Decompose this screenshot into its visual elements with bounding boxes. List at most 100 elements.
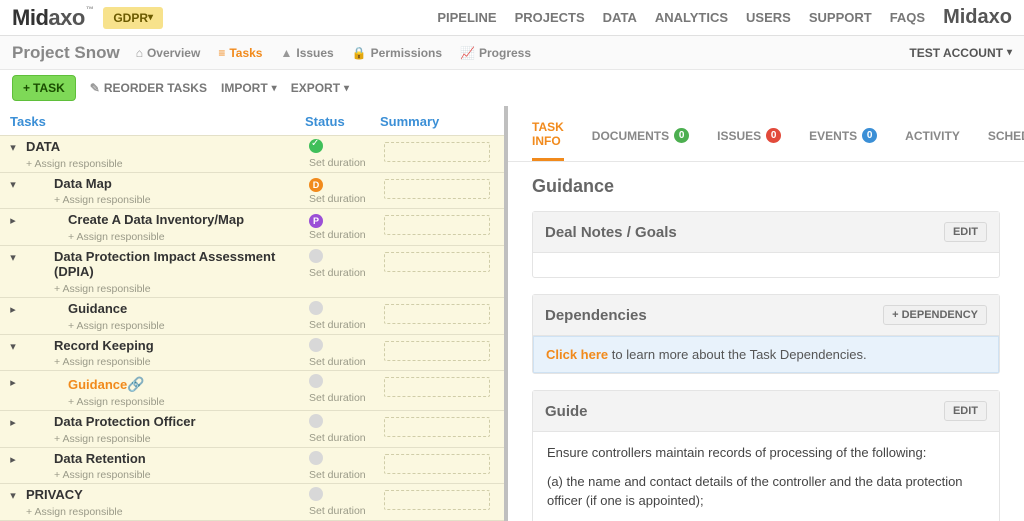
assign-responsible[interactable]: + Assign responsible [54, 283, 151, 295]
task-title[interactable]: Data Map [54, 176, 112, 191]
assign-responsible[interactable]: + Assign responsible [26, 506, 123, 518]
set-duration[interactable]: Set duration [309, 193, 384, 205]
task-row[interactable]: ▾ Data Map + Assign responsible DSet durati… [0, 172, 504, 209]
summary-field[interactable] [384, 417, 490, 437]
task-row[interactable]: ▸ Create A Data Inventory/Map + Assign res… [0, 208, 504, 245]
pnav-progress[interactable]: 📈Progress [460, 46, 531, 60]
task-status[interactable]: Set duration [309, 373, 384, 404]
set-duration[interactable]: Set duration [309, 229, 384, 241]
set-duration[interactable]: Set duration [309, 319, 384, 331]
col-tasks[interactable]: Tasks [10, 114, 305, 129]
task-row[interactable]: ▾PRIVACY + Assign responsible Set duration [0, 483, 504, 520]
summary-field[interactable] [384, 490, 490, 510]
nav-data[interactable]: DATA [603, 10, 637, 25]
expand-toggle[interactable]: ▸ [0, 413, 26, 429]
add-dependency-button[interactable]: +DEPENDENCY [883, 305, 987, 325]
summary-field[interactable] [384, 377, 490, 397]
set-duration[interactable]: Set duration [309, 469, 384, 481]
task-status[interactable]: Set duration [309, 413, 384, 444]
task-title[interactable]: Data Protection Impact Assessment (DPIA) [54, 249, 275, 280]
task-row[interactable]: ▾DATA + Assign responsible Set duration [0, 135, 504, 172]
tab-activity[interactable]: ACTIVITY [905, 120, 960, 161]
task-title[interactable]: Guidance [68, 301, 127, 316]
assign-responsible[interactable]: + Assign responsible [68, 320, 165, 332]
expand-toggle[interactable]: ▾ [0, 337, 26, 353]
pnav-tasks[interactable]: ≡Tasks [218, 46, 262, 60]
expand-toggle[interactable]: ▸ [0, 300, 26, 316]
summary-field[interactable] [384, 454, 490, 474]
task-row[interactable]: ▸ Data Protection Officer + Assign respons… [0, 410, 504, 447]
task-row[interactable]: ▸Guidance🔗+ Assign responsibleSet durati… [0, 370, 504, 410]
tab-events[interactable]: EVENTS0 [809, 120, 877, 161]
assign-responsible[interactable]: + Assign responsible [68, 231, 165, 243]
task-status[interactable]: Set duration [309, 300, 384, 331]
tab-issues[interactable]: ISSUES0 [717, 120, 781, 161]
pnav-issues[interactable]: ▲Issues [280, 46, 333, 60]
edit-guide-button[interactable]: EDIT [944, 401, 987, 421]
set-duration[interactable]: Set duration [309, 432, 384, 444]
set-duration[interactable]: Set duration [309, 267, 384, 279]
task-title[interactable]: Record Keeping [54, 338, 154, 353]
pnav-overview[interactable]: ⌂Overview [136, 46, 201, 60]
tab-task-info[interactable]: TASK INFO [532, 120, 564, 161]
tab-schedule[interactable]: SCHEDULE [988, 120, 1024, 161]
playbook-selector[interactable]: GDPR ▾ [103, 7, 163, 29]
expand-toggle[interactable]: ▸ [0, 373, 26, 389]
task-status[interactable]: Set duration [309, 450, 384, 481]
task-status[interactable]: Set duration [309, 337, 384, 368]
import-menu[interactable]: IMPORT ▾ [221, 81, 277, 95]
dependencies-learn-link[interactable]: Click here [546, 347, 608, 362]
expand-toggle[interactable]: ▾ [0, 486, 26, 502]
assign-responsible[interactable]: + Assign responsible [54, 469, 151, 481]
task-title[interactable]: PRIVACY [26, 487, 83, 502]
task-status[interactable]: Set duration [309, 248, 384, 279]
assign-responsible[interactable]: + Assign responsible [54, 433, 151, 445]
export-menu[interactable]: EXPORT ▾ [291, 81, 349, 95]
expand-toggle[interactable]: ▸ [0, 211, 26, 227]
nav-projects[interactable]: PROJECTS [515, 10, 585, 25]
nav-analytics[interactable]: ANALYTICS [655, 10, 728, 25]
task-status[interactable]: PSet duration [309, 211, 384, 241]
summary-field[interactable] [384, 341, 490, 361]
task-row[interactable]: ▾ Record Keeping + Assign responsible Set d… [0, 334, 504, 371]
task-row[interactable]: ▸ Data Retention + Assign responsible Set d… [0, 447, 504, 484]
set-duration[interactable]: Set duration [309, 356, 384, 368]
task-title[interactable]: DATA [26, 139, 60, 154]
account-menu[interactable]: TEST ACCOUNT▾ [909, 46, 1012, 60]
summary-field[interactable] [384, 252, 490, 272]
task-title[interactable]: Data Retention [54, 451, 146, 466]
expand-toggle[interactable]: ▸ [0, 450, 26, 466]
task-status[interactable]: DSet duration [309, 175, 384, 205]
assign-responsible[interactable]: + Assign responsible [54, 194, 151, 206]
tab-documents[interactable]: DOCUMENTS0 [592, 120, 689, 161]
nav-support[interactable]: SUPPORT [809, 10, 872, 25]
deal-notes-body[interactable] [533, 253, 999, 277]
add-task-button[interactable]: +TASK [12, 75, 76, 101]
assign-responsible[interactable]: + Assign responsible [54, 356, 151, 368]
task-title[interactable]: Create A Data Inventory/Map [68, 212, 244, 227]
nav-pipeline[interactable]: PIPELINE [437, 10, 496, 25]
edit-notes-button[interactable]: EDIT [944, 222, 987, 242]
assign-responsible[interactable]: + Assign responsible [26, 158, 123, 170]
task-title[interactable]: Data Protection Officer [54, 414, 196, 429]
assign-responsible[interactable]: + Assign responsible [68, 396, 165, 408]
nav-faqs[interactable]: FAQS [890, 10, 925, 25]
summary-field[interactable] [384, 142, 490, 162]
col-summary[interactable]: Summary [380, 114, 494, 129]
task-title[interactable]: Guidance [68, 377, 127, 392]
expand-toggle[interactable]: ▾ [0, 175, 26, 191]
task-status[interactable]: Set duration [309, 486, 384, 517]
expand-toggle[interactable]: ▾ [0, 138, 26, 154]
set-duration[interactable]: Set duration [309, 505, 384, 517]
set-duration[interactable]: Set duration [309, 392, 384, 404]
task-row[interactable]: ▸ Guidance + Assign responsible Set duratio… [0, 297, 504, 334]
pnav-permissions[interactable]: 🔒Permissions [352, 46, 442, 60]
reorder-tasks-button[interactable]: ✎REORDER TASKS [90, 81, 207, 95]
summary-field[interactable] [384, 304, 490, 324]
nav-users[interactable]: USERS [746, 10, 791, 25]
task-row[interactable]: ▾ Data Protection Impact Assessment (DPIA… [0, 245, 504, 297]
expand-toggle[interactable]: ▾ [0, 248, 26, 264]
summary-field[interactable] [384, 215, 490, 235]
summary-field[interactable] [384, 179, 490, 199]
set-duration[interactable]: Set duration [309, 157, 384, 169]
